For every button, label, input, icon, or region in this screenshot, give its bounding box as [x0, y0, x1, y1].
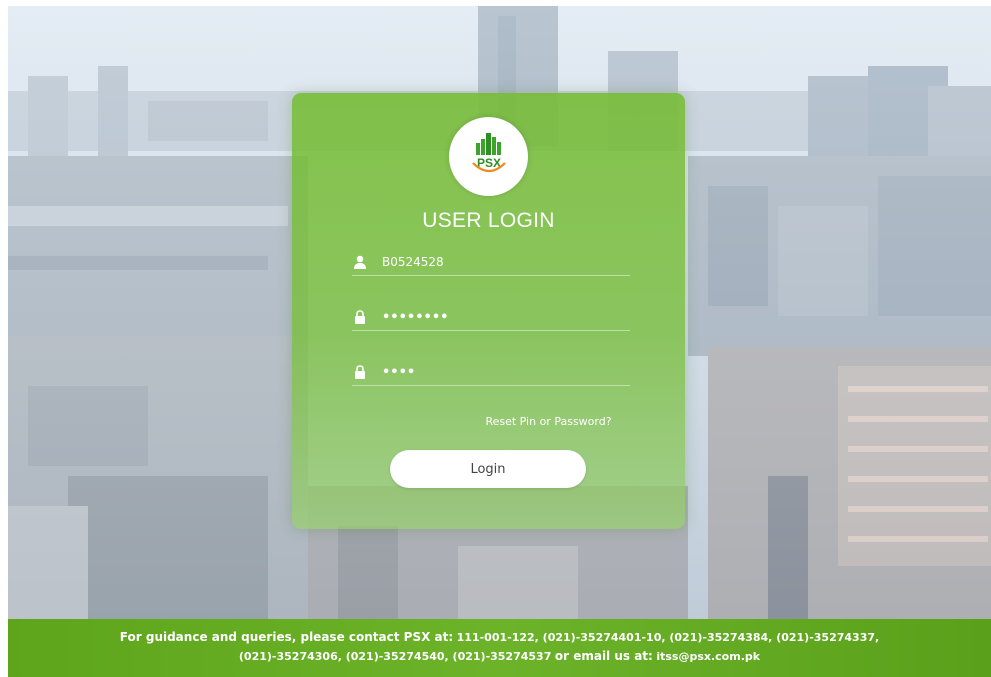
username-input[interactable] [382, 251, 622, 273]
footer-line-2: (021)-35274306, (021)-35274540, (021)-35… [8, 647, 991, 666]
footer-line-1: For guidance and queries, please contact… [8, 628, 991, 647]
login-card: PSX USER LOGIN Reset Pin or Password? Lo… [292, 93, 685, 529]
pin-field[interactable] [352, 361, 630, 386]
user-icon [354, 255, 366, 269]
psx-logo-icon: PSX [472, 133, 506, 173]
login-title: USER LOGIN [422, 209, 555, 232]
lock-icon [355, 310, 365, 324]
contact-footer: For guidance and queries, please contact… [8, 619, 991, 677]
footer-email-link[interactable]: itss@psx.com.pk [656, 650, 760, 663]
lock-icon [355, 365, 365, 379]
footer-lead: For guidance and queries, please contact… [119, 630, 454, 644]
pin-input[interactable] [382, 361, 622, 383]
footer-phone-numbers-1: 111-001-122, (021)-35274401-10, (021)-35… [456, 631, 880, 644]
reset-pin-password-link[interactable]: Reset Pin or Password? [292, 415, 685, 428]
username-field[interactable] [352, 251, 630, 276]
password-field[interactable] [352, 306, 630, 331]
footer-phone-numbers-2: (021)-35274306, (021)-35274540, (021)-35… [238, 650, 552, 663]
footer-email-lead: or email us at: [554, 649, 653, 663]
psx-logo: PSX [449, 117, 528, 196]
login-button[interactable]: Login [390, 450, 586, 488]
password-input[interactable] [382, 306, 622, 328]
